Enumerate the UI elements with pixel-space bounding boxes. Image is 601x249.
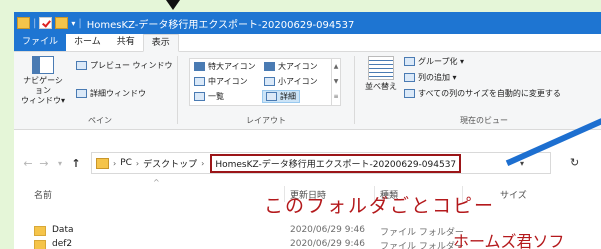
preview-pane-icon	[76, 61, 87, 70]
details-pane-label: 詳細ウィンドウ	[90, 89, 146, 98]
group-label-panes: ペイン	[88, 116, 112, 125]
add-columns-button[interactable]: 列の追加 ▾	[404, 72, 457, 83]
tab-share[interactable]: 共有	[109, 34, 143, 51]
layout-item-label: 特大アイコン	[208, 62, 256, 71]
layout-item-label: 小アイコン	[278, 77, 318, 86]
size-columns-icon	[404, 89, 415, 98]
sort-by-button[interactable]: 並べ替え	[362, 56, 400, 92]
details-pane-icon	[76, 89, 87, 98]
navigation-pane-button[interactable]: ナビゲーション ウィンドウ▾	[20, 56, 66, 106]
file-date: 2020/06/29 9:46	[290, 239, 365, 249]
group-divider	[354, 56, 355, 124]
sort-by-label: 並べ替え	[365, 82, 397, 91]
back-icon[interactable]: ←	[20, 157, 36, 170]
new-folder-icon[interactable]	[55, 17, 69, 29]
top-arrow-marker	[166, 0, 180, 10]
forward-icon[interactable]: →	[36, 157, 52, 170]
file-name: Data	[52, 225, 74, 235]
group-by-icon	[404, 57, 415, 66]
window-title: HomesKZ-データ移行用エクスポート-20200629-094537	[86, 19, 355, 31]
file-date: 2020/06/29 9:46	[290, 225, 365, 235]
file-type: ファイル フォルダー	[380, 228, 464, 238]
separator: |	[78, 17, 82, 29]
title-bar: | ▾ | HomesKZ-データ移行用エクスポート-20200629-0945…	[14, 12, 601, 34]
add-columns-icon	[404, 73, 415, 82]
tab-home[interactable]: ホーム	[66, 34, 109, 51]
folder-icon	[17, 17, 30, 29]
layout-details[interactable]: 詳細	[262, 90, 300, 103]
recent-locations-icon[interactable]: ▾	[52, 159, 68, 168]
size-all-columns-label: すべての列のサイズを自動的に変更する	[418, 89, 561, 98]
folder-icon	[34, 240, 46, 249]
layout-item-label: 一覧	[208, 92, 224, 101]
chevron-right-icon: ›	[135, 158, 140, 168]
layout-small-icons[interactable]: 小アイコン	[264, 76, 318, 87]
list-icon	[194, 92, 205, 101]
layout-list[interactable]: 一覧	[194, 91, 224, 102]
column-header-size[interactable]: サイズ	[500, 188, 527, 201]
breadcrumb-desktop[interactable]: デスクトップ	[143, 157, 197, 170]
preview-pane-label: プレビュー ウィンドウ	[90, 61, 173, 70]
breadcrumb-current-folder[interactable]: HomesKZ-データ移行用エクスポート-20200629-094537	[210, 153, 462, 173]
layout-large-icons[interactable]: 大アイコン	[264, 61, 318, 72]
add-columns-label: 列の追加 ▾	[418, 73, 457, 82]
file-type: ファイル フォルダー	[380, 242, 464, 249]
quick-access-dropdown-icon[interactable]: ▾	[71, 19, 75, 28]
small-icons-icon	[264, 77, 275, 86]
layout-extra-large-icons[interactable]: 特大アイコン	[194, 61, 256, 72]
navigation-pane-label: ナビゲーション ウィンドウ▾	[20, 76, 65, 105]
size-all-columns-button[interactable]: すべての列のサイズを自動的に変更する	[404, 88, 561, 99]
layout-item-label: 詳細	[280, 92, 296, 101]
chevron-right-icon: ›	[113, 158, 117, 168]
extra-large-icons-icon	[194, 62, 205, 71]
details-icon	[266, 92, 277, 101]
up-icon[interactable]: ↑	[68, 157, 84, 170]
preview-pane-button[interactable]: プレビュー ウィンドウ	[76, 60, 173, 71]
layout-medium-icons[interactable]: 中アイコン	[194, 76, 248, 87]
navigation-pane-icon	[32, 56, 54, 74]
tab-file[interactable]: ファイル	[14, 34, 67, 51]
address-bar[interactable]: › PC › デスクトップ › HomesKZ-データ移行用エクスポート-202…	[91, 152, 551, 174]
refresh-icon[interactable]: ↻	[570, 156, 579, 169]
file-name: def2	[52, 239, 73, 249]
group-by-button[interactable]: グループ化 ▾	[404, 56, 464, 67]
layout-item-label: 中アイコン	[208, 77, 248, 86]
group-divider	[177, 56, 178, 124]
medium-icons-icon	[194, 77, 205, 86]
separator: |	[33, 17, 37, 29]
layout-gallery: 特大アイコン 大アイコン 中アイコン 小アイコン 一覧 詳細 ▲ ▼ ≡	[189, 58, 341, 106]
group-label-layout: レイアウト	[246, 116, 286, 125]
ribbon-body: ナビゲーション ウィンドウ▾ プレビュー ウィンドウ 詳細ウィンドウ ペイン 特…	[14, 52, 601, 130]
copy-instruction-annotation: このフォルダごとコピー	[264, 195, 496, 217]
breadcrumb-pc[interactable]: PC	[120, 158, 132, 168]
layout-item-label: 大アイコン	[278, 62, 318, 71]
sort-by-icon	[368, 56, 394, 80]
folder-icon	[34, 226, 46, 236]
details-pane-button[interactable]: 詳細ウィンドウ	[76, 88, 146, 99]
properties-icon[interactable]	[39, 17, 53, 29]
group-label-current-view: 現在のビュー	[460, 116, 508, 125]
folder-icon	[96, 157, 109, 169]
software-annotation: ホームズ君ソフ	[453, 232, 565, 249]
tab-view[interactable]: 表示	[142, 34, 179, 52]
column-header-name[interactable]: 名前	[34, 188, 52, 201]
chevron-right-icon: ›	[201, 158, 205, 168]
layout-gallery-scroll[interactable]: ▲ ▼ ≡	[331, 59, 340, 105]
group-by-label: グループ化 ▾	[418, 57, 465, 66]
ribbon-tabs: ファイル ホーム 共有 表示	[14, 34, 601, 52]
large-icons-icon	[264, 62, 275, 71]
sort-ascending-icon: ^	[153, 178, 160, 187]
